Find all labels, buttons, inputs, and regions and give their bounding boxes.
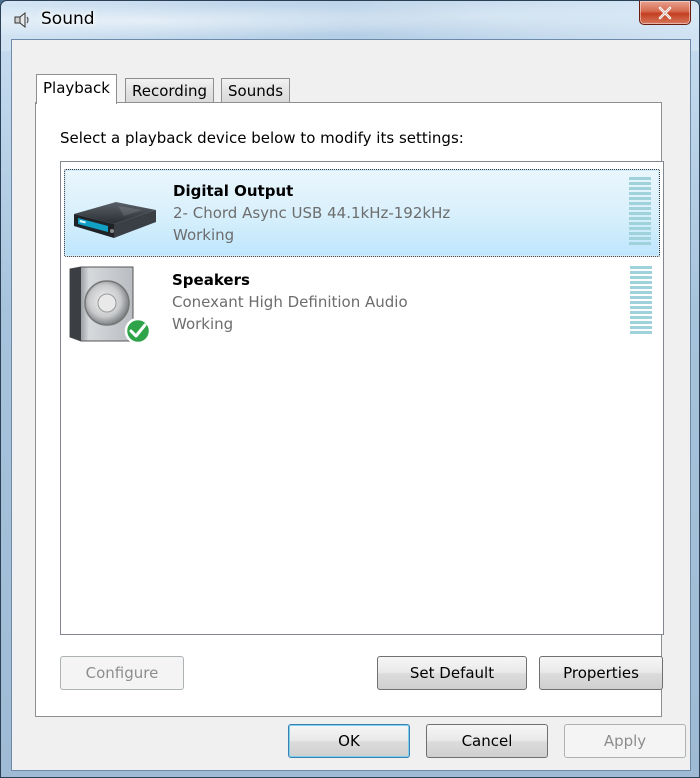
tab-playback[interactable]: Playback bbox=[36, 74, 117, 104]
device-name: Speakers bbox=[172, 271, 250, 289]
level-meter bbox=[630, 266, 652, 338]
sound-dialog-window: Sound Playback Recording Sounds Select a… bbox=[0, 0, 700, 778]
device-list[interactable]: Digital Output 2- Chord Async USB 44.1kH… bbox=[60, 161, 664, 635]
ok-button[interactable]: OK bbox=[288, 724, 410, 758]
tab-recording[interactable]: Recording bbox=[125, 78, 215, 103]
device-description: Conexant High Definition Audio bbox=[172, 293, 408, 311]
device-item-speakers[interactable]: Speakers Conexant High Definition Audio … bbox=[64, 259, 660, 347]
speaker-icon bbox=[69, 266, 152, 345]
playback-panel: Select a playback device below to modify… bbox=[35, 102, 664, 717]
tab-sounds[interactable]: Sounds bbox=[221, 78, 291, 103]
level-meter bbox=[629, 177, 651, 249]
device-description: 2- Chord Async USB 44.1kHz-192kHz bbox=[173, 204, 451, 222]
close-button[interactable] bbox=[639, 1, 691, 25]
device-status: Working bbox=[173, 226, 235, 244]
dialog-client-area: Playback Recording Sounds Select a playb… bbox=[11, 39, 691, 771]
window-title: Sound bbox=[41, 9, 95, 29]
device-name: Digital Output bbox=[173, 182, 294, 200]
instruction-text: Select a playback device below to modify… bbox=[60, 129, 464, 147]
device-item-digital-output[interactable]: Digital Output 2- Chord Async USB 44.1kH… bbox=[64, 169, 660, 257]
digital-output-icon bbox=[74, 202, 156, 238]
device-status: Working bbox=[172, 315, 234, 333]
speaker-volume-icon bbox=[14, 11, 29, 29]
title-bar[interactable]: Sound bbox=[1, 1, 699, 37]
apply-button[interactable]: Apply bbox=[564, 724, 686, 758]
cancel-button[interactable]: Cancel bbox=[426, 724, 548, 758]
set-default-button[interactable]: Set Default bbox=[377, 656, 527, 690]
properties-button[interactable]: Properties bbox=[539, 656, 663, 690]
configure-button[interactable]: Configure bbox=[60, 656, 184, 690]
close-icon bbox=[658, 6, 672, 19]
default-check-icon bbox=[124, 317, 152, 345]
